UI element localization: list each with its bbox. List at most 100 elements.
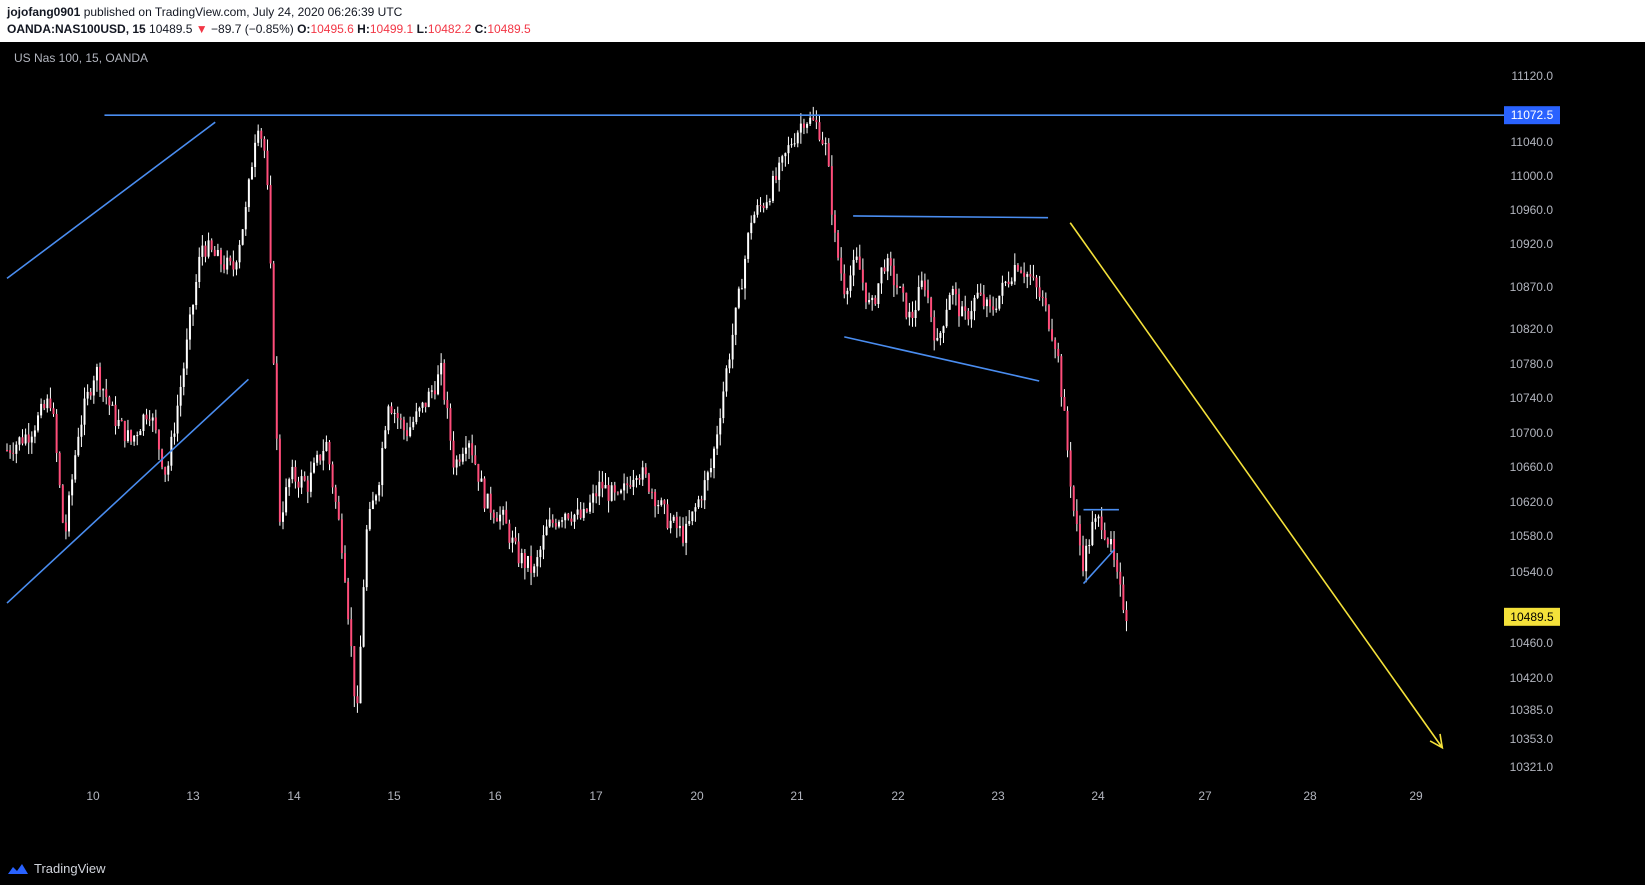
candle-body — [334, 487, 337, 502]
candle-body — [576, 509, 579, 515]
candle-body — [564, 513, 567, 521]
candle-body — [359, 646, 362, 704]
candle-body — [213, 249, 216, 256]
candle-body — [899, 286, 902, 288]
time-tick-label: 28 — [1303, 789, 1317, 803]
candle-body — [1085, 545, 1088, 572]
chart-area[interactable]: US Nas 100, 15, OANDA 11120.0 11040.0 1100… — [0, 42, 1645, 849]
last-price: 10489.5 — [149, 22, 193, 36]
chart-title: US Nas 100, 15, OANDA — [14, 51, 148, 65]
candle-body — [173, 433, 176, 437]
candle-body — [1106, 538, 1109, 545]
candle-body — [840, 257, 843, 274]
candle-body — [468, 443, 471, 448]
candle-body — [1097, 516, 1100, 519]
price-tick-label: 10700.0 — [1510, 426, 1554, 440]
time-axis[interactable]: 10 13 14 15 16 17 20 21 22 23 24 27 28 29 — [86, 789, 1423, 803]
price-tick-label: 10780.0 — [1510, 357, 1554, 371]
candle-body — [433, 390, 436, 395]
price-tick-label: 10385.0 — [1510, 703, 1554, 717]
candle-body — [694, 507, 697, 512]
candle-body — [616, 492, 619, 494]
candle-body — [331, 464, 334, 488]
candle-body — [179, 386, 182, 406]
candle-body — [663, 500, 666, 505]
candle-body — [303, 476, 306, 481]
candle-body — [40, 403, 43, 416]
candle-body — [223, 264, 226, 270]
candle-body — [1094, 518, 1097, 522]
candle-body — [340, 519, 343, 554]
candle-body — [409, 427, 412, 437]
candle-body — [917, 286, 920, 311]
candle-body — [1091, 521, 1094, 546]
candle-body — [145, 414, 148, 420]
trendline — [6, 121, 216, 280]
candle-body — [604, 484, 607, 489]
candle-body — [396, 412, 399, 419]
candle-body — [958, 294, 961, 317]
candle-body — [1038, 287, 1041, 297]
candle-body — [579, 509, 582, 518]
candle-body — [964, 306, 967, 311]
author-name[interactable]: jojofang0901 — [7, 5, 80, 19]
candle-body — [629, 485, 632, 487]
candle-body — [437, 374, 440, 395]
price-chart[interactable]: US Nas 100, 15, OANDA 11120.0 11040.0 1100… — [0, 42, 1645, 849]
candle-body — [1047, 305, 1050, 330]
candle-body — [849, 275, 852, 291]
candle-body — [756, 205, 759, 215]
candle-body — [148, 419, 151, 421]
candle-body — [1069, 450, 1072, 487]
candle-body — [551, 519, 554, 524]
candle-body — [474, 455, 477, 465]
low-label: L: — [416, 22, 428, 36]
price-axis[interactable]: 11120.0 11040.0 11000.0 10960.0 10920.0 10870… — [1510, 69, 1554, 774]
candle-body — [818, 122, 821, 140]
candle-body — [133, 435, 136, 442]
candle-body — [520, 552, 523, 564]
candle-body — [136, 435, 139, 437]
candle-body — [1001, 282, 1004, 296]
trendline — [853, 215, 1049, 219]
time-tick-label: 15 — [387, 789, 401, 803]
candle-body — [533, 566, 536, 573]
candle-body — [1023, 272, 1026, 277]
candle-body — [539, 549, 542, 558]
candle-body — [502, 509, 505, 515]
candle-body — [821, 139, 824, 144]
candle-body — [613, 485, 616, 493]
candle-body — [641, 467, 644, 480]
tradingview-logo[interactable]: TradingView — [6, 861, 106, 876]
candle-body — [864, 282, 867, 303]
candle-body — [499, 514, 502, 522]
candle-body — [858, 256, 861, 270]
candle-body — [300, 476, 303, 488]
candle-body — [58, 452, 61, 486]
time-tick-label: 29 — [1409, 789, 1423, 803]
candle-body — [1082, 545, 1085, 572]
time-tick-label: 23 — [991, 789, 1005, 803]
candle-body — [666, 504, 669, 529]
brand-name: TradingView — [34, 861, 106, 876]
candle-body — [995, 308, 998, 310]
time-tick-label: 20 — [690, 789, 704, 803]
candle-body — [948, 295, 951, 310]
candle-body — [976, 292, 979, 298]
candle-body — [657, 504, 660, 507]
candle-body — [1116, 559, 1119, 572]
candle-body — [285, 487, 288, 513]
open-value: 10495.6 — [310, 22, 354, 36]
candle-body — [486, 493, 489, 509]
candle-body — [775, 175, 778, 180]
candle-body — [985, 299, 988, 307]
candle-body — [278, 438, 281, 522]
candle-body — [489, 493, 492, 513]
price-tick-label: 10820.0 — [1510, 322, 1554, 336]
candle-body — [254, 142, 257, 168]
price-tick-label: 10660.0 — [1510, 460, 1554, 474]
symbol-label: OANDA:NAS100USD, 15 — [7, 22, 146, 36]
candle-body — [871, 297, 874, 301]
candle-body — [734, 307, 737, 335]
resistance-tag-text: 11072.5 — [1511, 108, 1554, 122]
